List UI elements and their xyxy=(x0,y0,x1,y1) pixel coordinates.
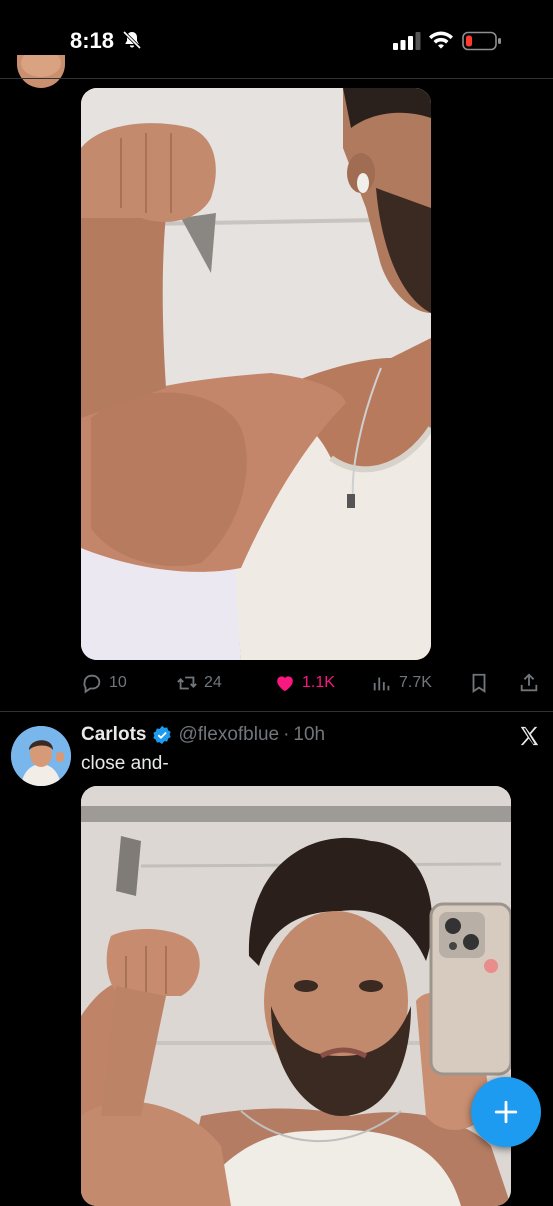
plus-icon xyxy=(494,1100,518,1124)
bell-slash-icon xyxy=(122,30,142,50)
timestamp[interactable]: 10h xyxy=(293,724,325,746)
verified-badge-icon xyxy=(153,725,172,745)
battery-low-icon xyxy=(462,31,501,51)
compose-button[interactable] xyxy=(471,1077,541,1147)
like-button[interactable]: 1.1K xyxy=(274,666,335,700)
share-button[interactable] xyxy=(518,666,546,700)
repost-count: 24 xyxy=(204,674,222,691)
x-logo-icon[interactable] xyxy=(518,725,540,747)
bookmark-button[interactable] xyxy=(468,666,496,700)
like-count: 1.1K xyxy=(302,674,335,691)
tweet-photo-previous[interactable] xyxy=(81,88,431,660)
status-bar: 8:18 xyxy=(0,0,553,78)
tweet-action-bar: 10 24 1.1K 7.7K xyxy=(0,666,553,700)
wifi-icon xyxy=(429,31,453,49)
heart-filled-icon xyxy=(277,676,293,692)
handle[interactable]: @flexofblue xyxy=(178,724,279,746)
views-button[interactable]: 7.7K xyxy=(371,666,432,700)
reply-count: 10 xyxy=(109,674,127,691)
tweet-header: Carlots @flexofblue · 10h xyxy=(81,724,325,746)
status-time: 8:18 xyxy=(70,28,115,53)
avatar[interactable] xyxy=(11,726,71,786)
previous-tweet-avatar[interactable] xyxy=(17,55,65,88)
cellular-signal-icon xyxy=(393,32,421,50)
bookmark-icon xyxy=(472,673,486,693)
analytics-icon xyxy=(373,677,390,691)
tweet-text: close and- xyxy=(81,753,169,774)
divider xyxy=(0,711,553,712)
share-icon xyxy=(520,673,538,692)
repost-icon xyxy=(177,676,197,690)
display-name[interactable]: Carlots xyxy=(81,724,146,746)
tweet-photo[interactable] xyxy=(81,786,511,1206)
views-count: 7.7K xyxy=(399,674,432,691)
separator-dot: · xyxy=(283,724,290,745)
reply-button[interactable]: 10 xyxy=(81,666,127,700)
reply-icon xyxy=(83,674,101,694)
divider xyxy=(0,78,553,79)
repost-button[interactable]: 24 xyxy=(176,666,222,700)
